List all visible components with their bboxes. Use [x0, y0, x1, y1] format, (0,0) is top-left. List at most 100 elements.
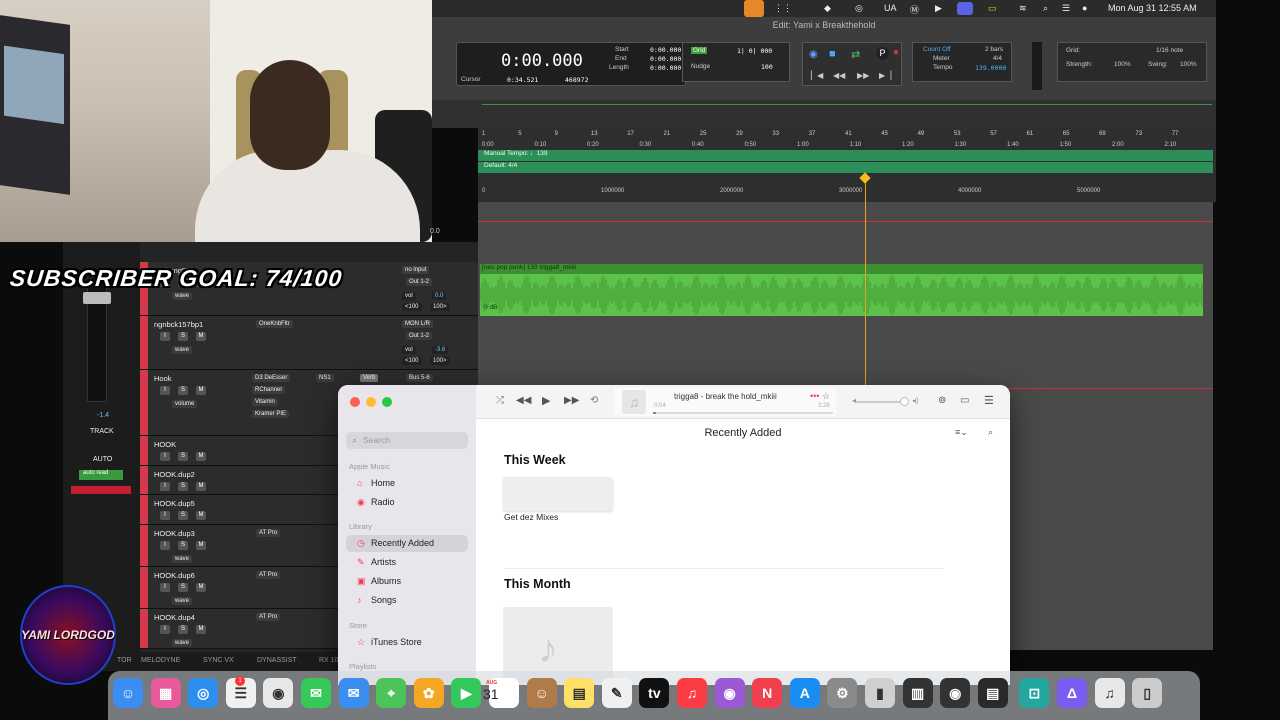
- launchpad-icon[interactable]: ▦: [150, 678, 181, 708]
- search-field[interactable]: Search: [346, 432, 468, 449]
- insert-slot[interactable]: D3 DeEsser: [252, 374, 291, 382]
- sidebar-item-itunes-store[interactable]: ☆ iTunes Store: [346, 634, 468, 651]
- end-value[interactable]: 0:00.000: [650, 55, 681, 63]
- track-view-select[interactable]: wave: [172, 639, 193, 647]
- track-s-button[interactable]: S: [178, 332, 188, 341]
- track-view-select[interactable]: wave: [172, 597, 193, 605]
- track-i-button[interactable]: I: [160, 541, 170, 550]
- rewind-start-icon[interactable]: ▏◀: [811, 71, 823, 80]
- track-m-button[interactable]: M: [196, 511, 206, 520]
- podcasts-icon[interactable]: ◉: [714, 678, 745, 708]
- swing-value[interactable]: 100%: [1180, 61, 1197, 68]
- next-icon[interactable]: ▶▶: [564, 395, 579, 406]
- album-art-icon[interactable]: ♫: [622, 390, 646, 414]
- nudge-value[interactable]: 100: [761, 63, 773, 71]
- track-m-button[interactable]: M: [196, 625, 206, 634]
- track-m-button[interactable]: M: [196, 541, 206, 550]
- insert-slot[interactable]: RChannel: [252, 386, 285, 394]
- insert-slot[interactable]: Vitamin: [252, 398, 278, 406]
- battery-icon[interactable]: ▭: [988, 3, 997, 14]
- pan-right[interactable]: 100>: [430, 303, 450, 311]
- photos-icon[interactable]: ✿: [413, 678, 444, 708]
- logic-icon[interactable]: ◉: [940, 678, 971, 708]
- count-off[interactable]: Count Off: [923, 46, 951, 53]
- grid-label[interactable]: Grid: [691, 47, 708, 54]
- now-playing-title[interactable]: trigga8 - break the hold_mkiii: [674, 392, 777, 401]
- insert-slot[interactable]: OneKnbFltr: [256, 320, 293, 328]
- volume-value[interactable]: -3.6: [432, 346, 449, 354]
- track-s-button[interactable]: S: [178, 625, 188, 634]
- track-view-select[interactable]: wave: [172, 346, 193, 354]
- more-icon[interactable]: •••: [810, 391, 819, 401]
- grid-value[interactable]: 1| 0| 000: [737, 47, 772, 55]
- track-name[interactable]: HOOK.dup5: [154, 499, 195, 508]
- insert-slot[interactable]: AT Pro: [256, 529, 281, 537]
- start-value[interactable]: 0:00.000: [650, 46, 681, 54]
- track-m-button[interactable]: M: [196, 332, 206, 341]
- volume-slider[interactable]: [856, 401, 906, 403]
- track-header[interactable]: ngnbck157bp1 I S Mwave OneKnbFltr MON L/R Out …: [140, 316, 478, 370]
- output-select[interactable]: Bus 5-6: [406, 374, 433, 382]
- news-icon[interactable]: N: [752, 678, 783, 708]
- insert-slot[interactable]: Kramer PIE: [252, 410, 290, 418]
- strength-value[interactable]: 100%: [1114, 61, 1131, 68]
- insert-slot[interactable]: AT Pro: [256, 571, 281, 579]
- mail-icon[interactable]: ✉: [338, 678, 369, 708]
- sidebar-item-artists[interactable]: ✎ Artists: [346, 554, 468, 571]
- sidebar-item-songs[interactable]: ♪ Songs: [346, 592, 468, 609]
- notes-icon[interactable]: ▤: [564, 678, 595, 708]
- output-select[interactable]: Out 1-2: [406, 278, 433, 286]
- track-view-select[interactable]: wave: [172, 555, 193, 563]
- safari-icon[interactable]: ◎: [188, 678, 219, 708]
- album-caption[interactable]: Get dez Mixes: [504, 512, 558, 522]
- repeat-icon[interactable]: ⟲: [590, 395, 598, 406]
- insert-slot[interactable]: AT Pro: [256, 613, 281, 621]
- zoom-button[interactable]: [382, 397, 392, 407]
- previous-icon[interactable]: ◀◀: [516, 395, 531, 406]
- rewind-icon[interactable]: ◀◀: [833, 71, 845, 80]
- tempo-lane[interactable]: Manual Tempo: ♩139: [478, 150, 1213, 161]
- audio-midi-icon[interactable]: ▥: [902, 678, 933, 708]
- track-name[interactable]: HOOK.dup4: [154, 613, 195, 622]
- sidebar-item-radio[interactable]: ◉ Radio: [346, 494, 468, 511]
- lyrics-icon[interactable]: ▭: [960, 395, 969, 406]
- plugin-tab-1[interactable]: MELODYNE: [141, 657, 180, 664]
- track-s-button[interactable]: S: [178, 482, 188, 491]
- track-i-button[interactable]: I: [160, 625, 170, 634]
- play-icon[interactable]: ▶: [935, 3, 942, 14]
- play-icon[interactable]: ▶: [542, 394, 550, 407]
- queue-icon[interactable]: ☰: [984, 394, 994, 407]
- sort-icon[interactable]: ≡⌄: [955, 427, 968, 438]
- track-i-button[interactable]: I: [160, 452, 170, 461]
- grid-menu-icon[interactable]: ⋮⋮: [774, 3, 792, 14]
- chrome-icon[interactable]: ◉: [263, 678, 294, 708]
- track-i-button[interactable]: I: [160, 511, 170, 520]
- album-tile[interactable]: [503, 477, 613, 511]
- automation-select[interactable]: volume: [172, 400, 198, 408]
- finder-icon[interactable]: ☺: [113, 678, 143, 708]
- plugin-tab-2[interactable]: SYNC VX: [203, 657, 234, 664]
- length-value[interactable]: 0:00.000: [650, 64, 681, 72]
- tidal-icon[interactable]: ◆: [824, 3, 831, 14]
- track-s-button[interactable]: S: [178, 541, 188, 550]
- shuffle-icon[interactable]: ⤮: [496, 395, 504, 406]
- track-name[interactable]: HOOK: [154, 440, 176, 449]
- track-name[interactable]: Hook: [154, 374, 172, 383]
- tempo-value[interactable]: 139.0000: [975, 64, 1006, 72]
- input-select[interactable]: MON L/R: [402, 320, 434, 328]
- track-m-button[interactable]: M: [196, 386, 206, 395]
- record-icon[interactable]: ●: [893, 47, 899, 58]
- wifi-icon[interactable]: ≋: [1019, 3, 1027, 14]
- progress-bar[interactable]: [653, 412, 833, 414]
- clock-text[interactable]: Mon Aug 31 12:55 AM: [1108, 3, 1197, 13]
- avid-link-icon[interactable]: Δ: [1057, 678, 1087, 708]
- app-store-icon[interactable]: A: [789, 678, 820, 708]
- meter-lane[interactable]: Default: 4/4: [478, 162, 1213, 173]
- search-icon[interactable]: ⌕: [1043, 3, 1048, 14]
- system-settings-icon[interactable]: ⚙: [827, 678, 858, 708]
- plugin-tab-3[interactable]: DYNASSIST: [257, 657, 297, 664]
- pan-right[interactable]: 100>: [430, 357, 450, 365]
- track-m-button[interactable]: M: [196, 583, 206, 592]
- play-icon[interactable]: ⇄: [851, 48, 860, 61]
- facetime-icon[interactable]: ▶: [451, 678, 482, 708]
